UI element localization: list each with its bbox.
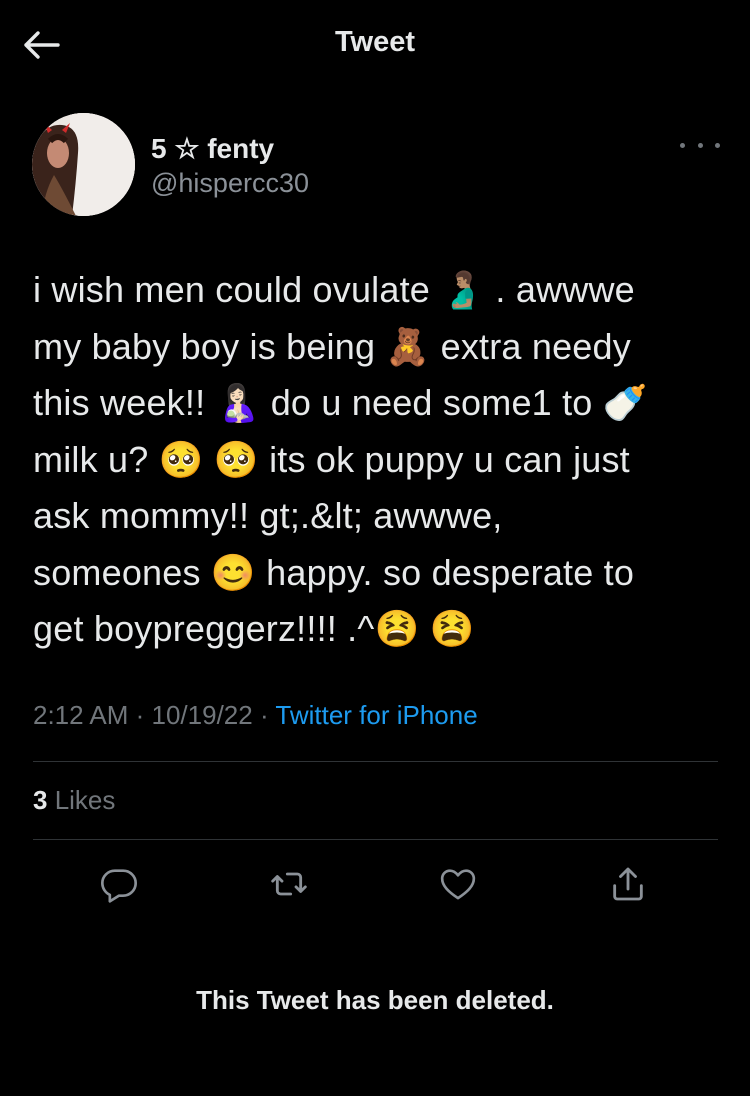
avatar[interactable] <box>32 113 135 216</box>
more-dot-icon <box>715 142 720 148</box>
likes-label: Likes <box>47 785 116 815</box>
likes-count: 3 <box>33 785 48 815</box>
tweet-line: get boypreggerz!!!! .^😫 😫 <box>33 608 475 649</box>
tweet-line: this week!! 🤱🏻 do u need some1 to 🍼 <box>33 382 648 423</box>
heart-icon <box>440 869 476 900</box>
retweet-icon <box>271 872 307 896</box>
share-button[interactable] <box>605 860 651 908</box>
more-options-button[interactable] <box>680 134 720 156</box>
tweet-time[interactable]: 2:12 AM <box>33 700 128 730</box>
more-dot-icon <box>680 142 685 148</box>
author-display-name[interactable]: 5 ☆ fenty <box>151 132 274 165</box>
tweet-line: ask mommy!! gt;.&lt; awwwe, <box>33 495 503 536</box>
divider <box>33 761 718 762</box>
deleted-notice: This Tweet has been deleted. <box>196 985 554 1015</box>
action-bar <box>0 860 750 908</box>
meta-separator: · <box>252 700 276 730</box>
tweet-source-link[interactable]: Twitter for iPhone <box>275 700 477 730</box>
divider <box>33 839 718 840</box>
share-icon <box>613 867 643 901</box>
page-title: Tweet <box>334 26 416 58</box>
tweet-text: i wish men could ovulate 🫃🏽 . awwwe my b… <box>33 262 723 658</box>
meta-separator: · <box>128 700 152 730</box>
reply-button[interactable] <box>96 860 142 908</box>
tweet-date[interactable]: 10/19/22 <box>152 700 253 730</box>
tweet-line: i wish men could ovulate 🫃🏽 . awwwe <box>33 269 635 310</box>
likes-count-link[interactable]: 3 Likes <box>33 785 115 816</box>
tweet-meta: 2:12 AM · 10/19/22 · Twitter for iPhone <box>33 700 478 731</box>
like-button[interactable] <box>435 860 481 908</box>
tweet-line: someones 😊 happy. so desperate to <box>33 551 635 593</box>
author-handle[interactable]: @hispercc30 <box>151 168 309 199</box>
top-bar: Tweet <box>0 0 750 90</box>
tweet-line: milk u? 🥺 🥺 its ok puppy u can just <box>33 438 630 480</box>
tweet-line: my baby boy is being 🧸 extra needy <box>33 325 631 367</box>
reply-icon <box>101 869 138 903</box>
avatar-image <box>32 113 135 216</box>
more-dot-icon <box>697 142 703 148</box>
retweet-button[interactable] <box>266 860 312 908</box>
